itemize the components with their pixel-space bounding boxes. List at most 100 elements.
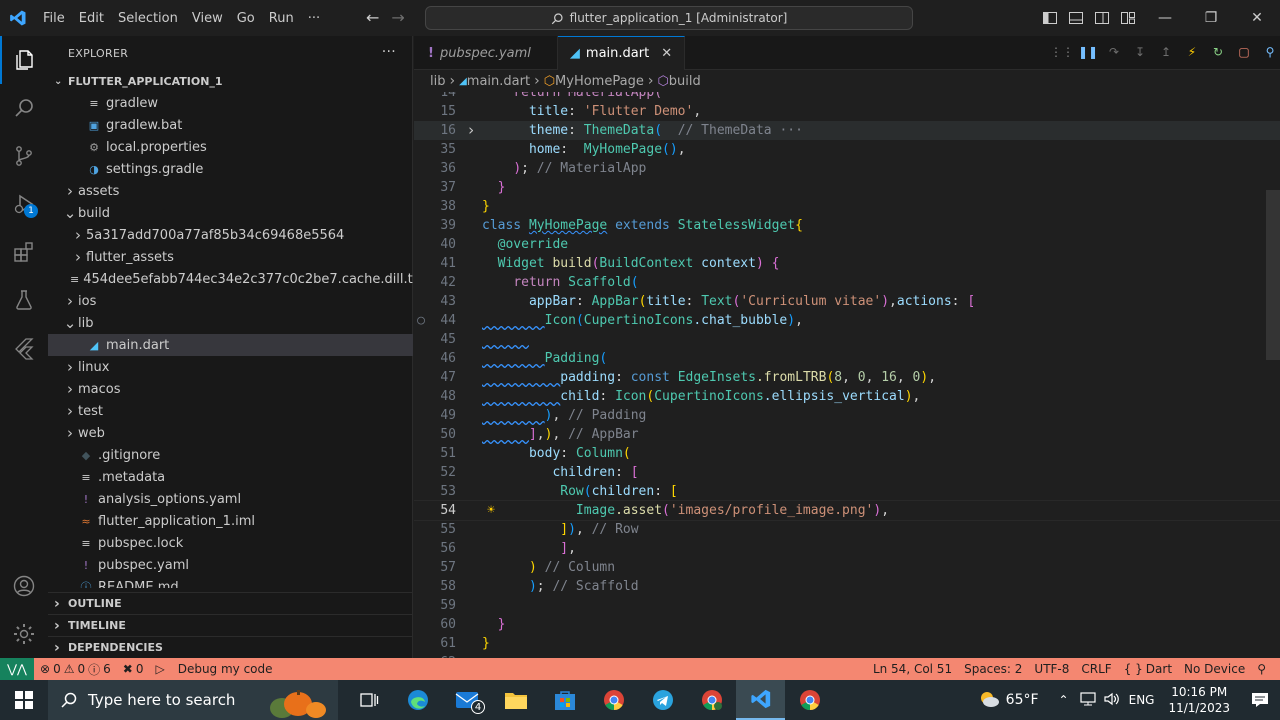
breadcrumb-item[interactable]: MyHomePage xyxy=(555,74,644,89)
tree-file[interactable]: ⚙ local.properties xyxy=(48,136,413,158)
drag-handle-icon[interactable]: ⋮⋮ xyxy=(1050,42,1074,62)
notification-center-icon[interactable] xyxy=(1240,692,1280,708)
tree-file[interactable]: ◑ settings.gradle xyxy=(48,158,413,180)
tree-folder[interactable]: › macos xyxy=(48,378,413,400)
fold-chevron-icon[interactable]: › xyxy=(464,121,478,140)
weather-temp[interactable]: 65°F xyxy=(1006,692,1039,708)
tree-file[interactable]: ◢ main.dart xyxy=(48,334,413,356)
remote-indicator-icon[interactable]: ⋁⋀ xyxy=(0,658,34,680)
start-button[interactable] xyxy=(0,680,48,720)
inspect-icon[interactable]: ⚲ xyxy=(1260,42,1280,62)
tab-main-dart[interactable]: ◢ main.dart ✕ xyxy=(557,36,686,70)
tree-file[interactable]: ≡ 454dee5efabb744ec34e2c377c0c2be7.cache.… xyxy=(48,268,413,290)
file-explorer-icon[interactable] xyxy=(491,680,540,720)
tree-folder[interactable]: › assets xyxy=(48,180,413,202)
tree-file[interactable]: ! analysis_options.yaml xyxy=(48,488,413,510)
chrome-profile-icon[interactable] xyxy=(687,680,736,720)
weather-icon[interactable] xyxy=(978,690,1000,711)
language-mode[interactable]: { } Dart xyxy=(1118,662,1178,676)
breadcrumb-item[interactable]: build xyxy=(669,74,701,89)
telegram-icon[interactable] xyxy=(638,680,687,720)
close-window-button[interactable]: ✕ xyxy=(1234,0,1280,36)
network-icon[interactable] xyxy=(1079,691,1097,710)
tree-folder[interactable]: ⌄ build xyxy=(48,202,413,224)
menu-item-6[interactable]: ··· xyxy=(301,11,327,26)
stop-icon[interactable]: ▢ xyxy=(1234,42,1254,62)
editor-scrollbar[interactable] xyxy=(1266,190,1280,360)
encoding[interactable]: UTF-8 xyxy=(1028,662,1075,676)
menu-item-4[interactable]: Go xyxy=(230,11,262,26)
comment-bubble-icon[interactable]: ○ xyxy=(414,311,428,330)
flutter-icon[interactable] xyxy=(0,324,48,372)
explorer-icon[interactable] xyxy=(0,36,48,84)
microsoft-store-icon[interactable] xyxy=(540,680,589,720)
back-arrow-icon[interactable]: ← xyxy=(366,8,379,27)
step-into-icon[interactable]: ↧ xyxy=(1130,42,1150,62)
extensions-icon[interactable] xyxy=(0,228,48,276)
tree-file[interactable]: ◆ .gitignore xyxy=(48,444,413,466)
cursor-position[interactable]: Ln 54, Col 51 xyxy=(867,662,958,676)
hot-reload-icon[interactable]: ⚡ xyxy=(1182,42,1202,62)
tree-folder[interactable]: › ios xyxy=(48,290,413,312)
taskbar-search[interactable]: Type here to search xyxy=(48,680,338,720)
edge-icon[interactable] xyxy=(393,680,442,720)
tree-file[interactable]: ≡ pubspec.lock xyxy=(48,532,413,554)
volume-icon[interactable] xyxy=(1103,691,1121,710)
project-section-header[interactable]: ⌄ FLUTTER_APPLICATION_1 xyxy=(48,70,412,92)
more-actions-icon[interactable]: ··· xyxy=(382,44,396,60)
menu-item-5[interactable]: Run xyxy=(262,11,301,26)
toggle-primary-sidebar-icon[interactable] xyxy=(1042,10,1058,26)
step-out-icon[interactable]: ↥ xyxy=(1156,42,1176,62)
tree-file[interactable]: ! pubspec.yaml xyxy=(48,554,413,576)
customize-layout-icon[interactable] xyxy=(1120,10,1136,26)
menu-item-1[interactable]: Edit xyxy=(72,11,111,26)
input-language[interactable]: ENG xyxy=(1129,693,1155,707)
tree-folder[interactable]: ⌄ lib xyxy=(48,312,413,334)
show-hidden-icons[interactable]: ⌃ xyxy=(1059,693,1069,707)
tree-folder[interactable]: › flutter_assets xyxy=(48,246,413,268)
section-outline[interactable]: › OUTLINE xyxy=(48,592,413,614)
search-icon[interactable] xyxy=(0,84,48,132)
tree-file[interactable]: ≡ gradlew xyxy=(48,92,413,114)
vscode-taskbar-icon[interactable] xyxy=(736,680,785,720)
breadcrumb-item[interactable]: lib xyxy=(430,74,445,89)
run-debug-icon[interactable]: 1 xyxy=(0,180,48,228)
menu-item-0[interactable]: File xyxy=(36,11,72,26)
tree-folder[interactable]: › linux xyxy=(48,356,413,378)
mail-icon[interactable]: 4 xyxy=(442,680,491,720)
tab-pubspec-yaml[interactable]: ! pubspec.yaml xyxy=(414,36,558,70)
section-dependencies[interactable]: › DEPENDENCIES xyxy=(48,636,413,658)
breadcrumb-item[interactable]: main.dart xyxy=(467,74,530,89)
testing-icon[interactable] xyxy=(0,276,48,324)
chrome-window-icon[interactable] xyxy=(785,680,834,720)
notifications-icon[interactable]: ⚲ xyxy=(1251,662,1272,676)
tree-file[interactable]: ≡ .metadata xyxy=(48,466,413,488)
indentation[interactable]: Spaces: 2 xyxy=(958,662,1028,676)
tree-folder[interactable]: › test xyxy=(48,400,413,422)
chrome-icon[interactable] xyxy=(589,680,638,720)
tree-file[interactable]: ≈ flutter_application_1.iml xyxy=(48,510,413,532)
menu-item-2[interactable]: Selection xyxy=(111,11,185,26)
forward-arrow-icon[interactable]: → xyxy=(391,8,404,27)
source-control-icon[interactable] xyxy=(0,132,48,180)
code-editor[interactable]: 14 return MaterialApp(15 title: 'Flutter… xyxy=(414,92,1280,658)
menu-item-3[interactable]: View xyxy=(185,11,230,26)
section-timeline[interactable]: › TIMELINE xyxy=(48,614,413,636)
device-selector[interactable]: No Device xyxy=(1178,662,1251,676)
tree-folder[interactable]: › 5a317add700a77af85b34c69468e5564 xyxy=(48,224,413,246)
tree-folder[interactable]: › web xyxy=(48,422,413,444)
tree-file[interactable]: ⓘ README.md xyxy=(48,576,413,589)
tree-file[interactable]: ▣ gradlew.bat xyxy=(48,114,413,136)
manage-gear-icon[interactable] xyxy=(0,610,48,658)
task-view-icon[interactable] xyxy=(344,680,393,720)
debug-config[interactable]: ▷ Debug my code xyxy=(149,662,278,676)
accounts-icon[interactable] xyxy=(0,562,48,610)
close-tab-icon[interactable]: ✕ xyxy=(661,46,672,61)
toggle-panel-icon[interactable] xyxy=(1068,10,1084,26)
command-center-search[interactable]: flutter_application_1 [Administrator] xyxy=(425,6,913,30)
line-ending[interactable]: CRLF xyxy=(1075,662,1117,676)
problems-indicator[interactable]: ⊗ 0 ⚠ 0 ⓘ 6 xyxy=(34,661,117,678)
restore-button[interactable]: ❐ xyxy=(1188,0,1234,36)
minimize-button[interactable]: — xyxy=(1142,0,1188,36)
toggle-secondary-sidebar-icon[interactable] xyxy=(1094,10,1110,26)
